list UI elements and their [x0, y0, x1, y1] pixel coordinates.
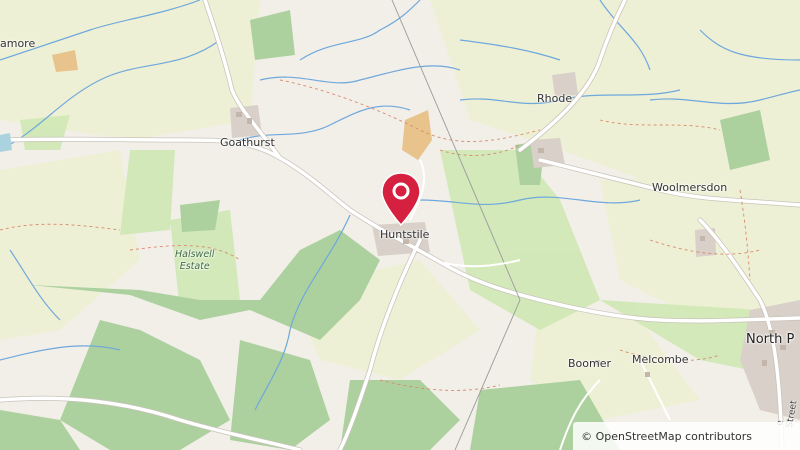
place-label-amore: amore — [0, 37, 36, 50]
place-label-boomer: Boomer — [568, 357, 612, 370]
place-label-rhode: Rhode — [537, 92, 573, 105]
location-marker-pin-icon[interactable] — [379, 171, 423, 227]
place-label-huntstile: Huntstile — [380, 228, 430, 241]
place-label-north-p: North P — [746, 332, 795, 347]
halswell-line-2: Estate — [179, 261, 210, 272]
halswell-line-1: Halswell — [175, 249, 215, 260]
map-attribution: © OpenStreetMap contributors — [573, 422, 800, 450]
place-label-melcombe: Melcombe — [632, 353, 689, 366]
place-label-goathurst: Goathurst — [220, 136, 275, 149]
place-label-woolmersdon: Woolmersdon — [652, 181, 728, 194]
attribution-link[interactable]: © OpenStreetMap contributors — [581, 430, 752, 443]
map-canvas[interactable]: amore Goathurst Rhode Woolmersdon Huntst… — [0, 0, 800, 450]
place-label-halswell-estate: Halswell Estate — [175, 249, 214, 273]
